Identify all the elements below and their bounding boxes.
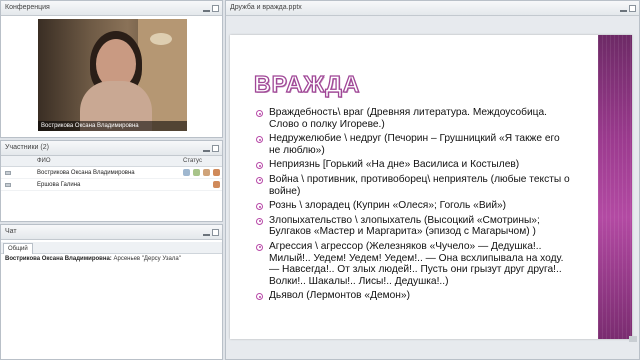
list-item: Война \ противник, противоборец\ неприят…	[256, 174, 570, 197]
list-item: Злопыхательство \ злопыхатель (Высоцкий …	[256, 215, 570, 238]
participant-name: Ершова Галина	[37, 182, 81, 188]
bullet-icon	[256, 110, 263, 117]
participants-panel: Участники (2) ФИО Статус Вострикова Окса…	[0, 140, 223, 222]
list-item: Недружелюбие \ недруг (Печорин – Грушниц…	[256, 133, 570, 156]
conference-header: Конференция	[1, 1, 222, 16]
participants-header: Участники (2)	[1, 141, 222, 156]
column-name[interactable]: ФИО	[37, 158, 51, 164]
tab-general[interactable]: Общий	[3, 243, 33, 254]
webcam-status-icon	[183, 169, 190, 176]
maximize-icon[interactable]	[212, 229, 219, 236]
conference-title: Конференция	[5, 4, 50, 11]
camera-icon	[5, 183, 11, 187]
participants-table-header: ФИО Статус	[1, 156, 222, 167]
minimize-icon[interactable]	[203, 145, 210, 152]
bullet-icon	[256, 162, 263, 170]
participant-row[interactable]: Ершова Галина	[1, 179, 222, 191]
bullet-icon	[256, 136, 263, 144]
chat-panel: Чат Общий Вострикова Оксана Владимировна…	[0, 224, 223, 360]
minimize-icon[interactable]	[620, 5, 627, 12]
slide-bullet-list: Враждебность\ враг (Древняя литература. …	[256, 107, 570, 305]
mic-status-icon	[193, 169, 200, 176]
list-item: Враждебность\ враг (Древняя литература. …	[256, 107, 570, 130]
video-feed: Вострикова Оксана Владимировна	[38, 19, 187, 131]
chat-message-author: Вострикова Оксана Владимировна:	[5, 256, 112, 262]
list-item: Рознь \ злорадец (Куприн «Олеся»; Гоголь…	[256, 200, 570, 212]
chat-tabs: Общий	[1, 242, 222, 254]
bullet-icon	[256, 293, 263, 301]
presenter-status-icon	[203, 169, 210, 176]
document-title: Дружба и вражда.pptx	[230, 4, 302, 11]
slide-decoration	[598, 35, 632, 339]
bullet-icon	[256, 243, 263, 251]
scrollbar[interactable]	[629, 336, 637, 342]
maximize-icon[interactable]	[629, 5, 636, 12]
conference-panel: Конференция Вострикова Оксана Владимиров…	[0, 0, 223, 138]
user-status-icon	[213, 169, 220, 176]
participant-name: Вострикова Оксана Владимировна	[37, 170, 135, 176]
bullet-icon	[256, 217, 263, 225]
document-panel: Дружба и вражда.pptx ВРАЖДА Враждебность…	[225, 0, 640, 360]
participants-title: Участники (2)	[5, 144, 49, 151]
minimize-icon[interactable]	[203, 5, 210, 12]
camera-icon	[5, 171, 11, 175]
chat-title: Чат	[5, 228, 17, 235]
app-root: Конференция Вострикова Оксана Владимиров…	[0, 0, 640, 360]
presentation-slide: ВРАЖДА Враждебность\ враг (Древняя литер…	[230, 35, 632, 339]
bullet-icon	[256, 203, 263, 211]
chat-header: Чат	[1, 225, 222, 240]
participant-row[interactable]: Вострикова Оксана Владимировна	[1, 167, 222, 179]
column-status[interactable]: Статус	[183, 158, 202, 164]
chat-message: Вострикова Оксана Владимировна: Арсеньев…	[1, 254, 222, 264]
video-caption: Вострикова Оксана Владимировна	[38, 121, 187, 131]
list-item: Дьявол (Лермонтов «Демон»)	[256, 290, 570, 302]
chat-message-text: Арсеньев "Дерсу Узала"	[111, 256, 181, 262]
list-item: Агрессия \ агрессор (Железняков «Чучело»…	[256, 241, 570, 287]
slide-title: ВРАЖДА	[253, 70, 361, 97]
maximize-icon[interactable]	[212, 5, 219, 12]
minimize-icon[interactable]	[203, 229, 210, 236]
maximize-icon[interactable]	[212, 145, 219, 152]
user-status-icon	[213, 181, 220, 188]
document-header: Дружба и вражда.pptx	[226, 1, 639, 16]
bullet-icon	[256, 176, 263, 184]
list-item: Неприязнь [Горький «На дне» Василиса и К…	[256, 159, 570, 171]
